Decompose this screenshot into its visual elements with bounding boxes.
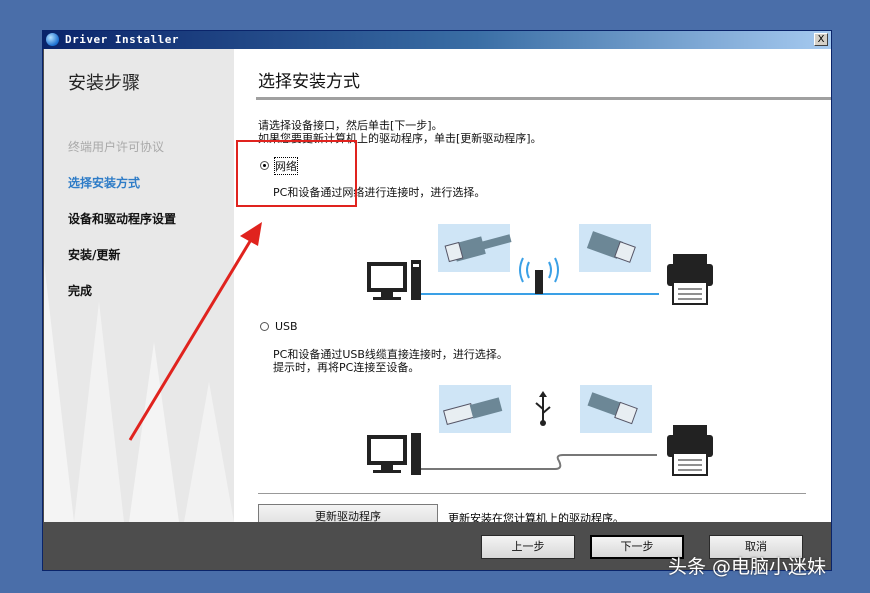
annotation-arrow-icon	[128, 222, 262, 441]
watermark: 头条 @电脑小迷妹	[668, 556, 827, 578]
